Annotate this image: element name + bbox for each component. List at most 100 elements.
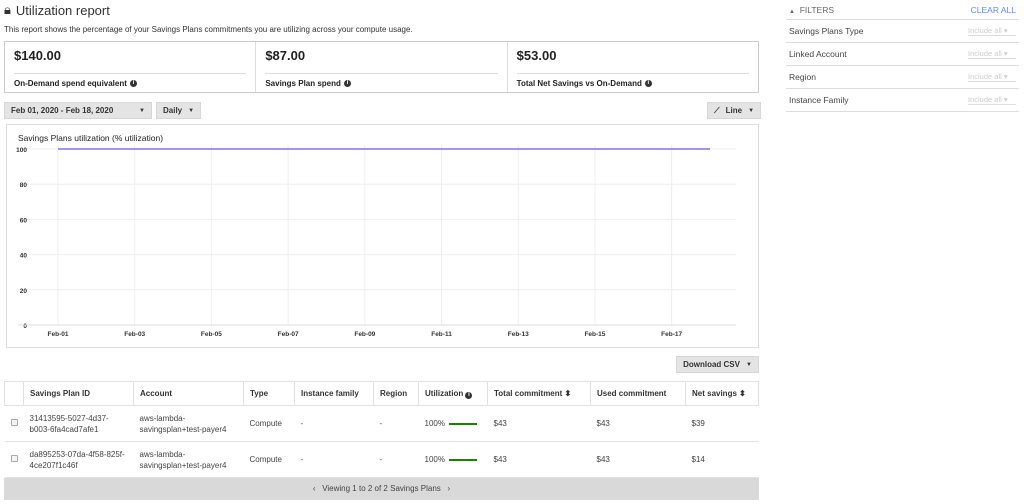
lock-icon: 🔒︎ — [4, 2, 11, 17]
info-icon[interactable]: i — [644, 80, 652, 87]
card-label: On-Demand spend equivalent — [14, 79, 127, 88]
filter-linked-account: Linked Account Include all ▾ — [786, 43, 1019, 66]
card-label: Savings Plan spend — [265, 79, 341, 88]
utilization-bar — [448, 422, 477, 425]
cell-utilization: 100% — [418, 405, 488, 442]
filter-region: Region Include all ▾ — [786, 66, 1019, 89]
x-tick-label: Feb-07 — [278, 331, 299, 338]
caret-up-icon: ▲ — [789, 8, 795, 15]
page-title: 🔒︎ Utilization report — [4, 2, 110, 18]
cell-used-commitment: $43 — [590, 405, 686, 442]
filter-value: Include all — [968, 49, 1002, 58]
cell-used-commitment: $43 — [590, 441, 686, 478]
chart-container: Savings Plans utilization (% utilization… — [6, 124, 759, 348]
col-used-commitment[interactable]: Used commitment — [590, 381, 686, 406]
y-tick-label: 20 — [20, 288, 28, 295]
clear-all-link[interactable]: CLEAR ALL — [971, 5, 1016, 15]
col-label: Net savings — [692, 389, 737, 398]
row-checkbox-cell — [4, 441, 24, 478]
card-value: $140.00 — [14, 48, 247, 74]
y-tick-label: 100 — [16, 147, 27, 154]
col-utilization[interactable]: Utilization i — [418, 381, 488, 406]
cell-type: Compute — [243, 441, 295, 478]
filter-value: Include all — [968, 72, 1002, 81]
col-account[interactable]: Account — [133, 381, 244, 406]
x-tick-label: Feb-09 — [354, 331, 375, 338]
info-icon[interactable]: i — [129, 80, 137, 87]
card-value: $53.00 — [516, 48, 749, 74]
y-tick-label: 0 — [23, 323, 27, 330]
x-tick-label: Feb-17 — [661, 331, 682, 338]
prev-page-icon[interactable]: ‹ — [313, 484, 316, 493]
filter-instance-family: Instance Family Include all ▾ — [786, 89, 1019, 112]
utilization-bar — [448, 458, 477, 461]
filter-label: Instance Family — [789, 95, 849, 105]
cell-total-commitment: $43 — [487, 441, 591, 478]
cell-plan-id: 31413595-5027-4d37-b003-6fa4cad7afe1 — [23, 405, 134, 442]
info-icon[interactable]: i — [343, 80, 351, 87]
col-label: Utilization — [425, 388, 464, 398]
caret-down-icon: ▼ — [188, 107, 195, 114]
cell-total-commitment: $43 — [487, 405, 591, 442]
filter-dropdown[interactable]: Include all ▾ — [968, 72, 1016, 82]
chart-title: Savings Plans utilization (% utilization… — [18, 133, 163, 143]
download-text: Download CSV — [683, 360, 740, 369]
pagination-text: Viewing 1 to 2 of 2 Savings Plans — [322, 484, 441, 493]
cell-instance-family: - — [294, 405, 374, 442]
filters-toggle[interactable]: ▲ FILTERS — [789, 5, 834, 15]
col-label: Total commitment — [494, 389, 563, 398]
x-tick-label: Feb-05 — [201, 331, 222, 338]
caret-down-icon: ▼ — [745, 361, 752, 368]
sort-icon[interactable]: ⬍ — [565, 389, 572, 398]
card-label: Total Net Savings vs On-Demand — [516, 79, 642, 88]
card-value: $87.00 — [265, 48, 498, 74]
sort-icon[interactable]: ⬍ — [739, 389, 746, 398]
next-page-icon[interactable]: › — [447, 484, 450, 493]
date-range-picker[interactable]: Feb 01, 2020 - Feb 18, 2020 ▼ — [4, 102, 152, 119]
filter-dropdown[interactable]: Include all ▾ — [968, 95, 1016, 105]
granularity-dropdown[interactable]: Daily ▼ — [156, 102, 202, 119]
row-checkbox-cell — [4, 405, 24, 442]
cell-instance-family: - — [294, 441, 374, 478]
utilization-value: 100% — [424, 455, 445, 464]
filter-dropdown[interactable]: Include all ▾ — [968, 49, 1016, 59]
y-tick-label: 40 — [20, 253, 28, 260]
row-checkbox[interactable] — [10, 419, 18, 426]
filters-panel: ▲ FILTERS CLEAR ALL Savings Plans Type Inc… — [786, 0, 1019, 112]
cell-plan-id: da895253-07da-4f58-825f-4ce207f1c46f — [23, 441, 134, 478]
col-region[interactable]: Region — [373, 381, 419, 406]
pagination: ‹ Viewing 1 to 2 of 2 Savings Plans › — [4, 478, 759, 500]
filters-title: FILTERS — [799, 4, 835, 15]
cell-type: Compute — [243, 405, 295, 442]
chart-type-dropdown[interactable]: ⟋ Line ▼ — [707, 102, 762, 119]
col-type[interactable]: Type — [243, 381, 295, 406]
x-tick-label: Feb-03 — [124, 331, 145, 338]
select-col — [4, 381, 24, 406]
cell-account: aws-lambda-savingsplan+test-payer4 — [133, 405, 244, 442]
caret-down-icon: ▼ — [748, 107, 755, 114]
filter-value: Include all — [968, 26, 1002, 35]
download-csv-button[interactable]: Download CSV ▼ — [676, 356, 759, 373]
filter-label: Linked Account — [789, 49, 847, 59]
col-total-commitment[interactable]: Total commitment ⬍ — [487, 381, 591, 406]
col-instance-family[interactable]: Instance family — [294, 381, 374, 406]
row-checkbox[interactable] — [10, 455, 18, 462]
x-tick-label: Feb-15 — [584, 331, 605, 338]
filter-label: Savings Plans Type — [789, 26, 864, 36]
table-row: 31413595-5027-4d37-b003-6fa4cad7afe1 aws-… — [4, 405, 759, 442]
title-text: Utilization report — [15, 2, 110, 18]
filter-dropdown[interactable]: Include all ▾ — [968, 26, 1016, 36]
utilization-chart: Savings Plans utilization (% utilization… — [16, 133, 736, 338]
info-icon[interactable]: i — [465, 391, 473, 399]
filter-value: Include all — [968, 95, 1002, 104]
page-description: This report shows the percentage of your… — [4, 25, 413, 34]
col-id[interactable]: Savings Plan ID — [23, 381, 134, 406]
col-net-savings[interactable]: Net savings ⬍ — [685, 381, 759, 406]
utilization-value: 100% — [424, 419, 445, 428]
table-header: Savings Plan ID Account Type Instance fa… — [4, 381, 759, 406]
x-tick-label: Feb-01 — [48, 331, 69, 338]
filter-savings-plans-type: Savings Plans Type Include all ▾ — [786, 20, 1019, 43]
y-tick-label: 60 — [20, 217, 28, 224]
granularity-text: Daily — [163, 106, 183, 115]
cell-account: aws-lambda-savingsplan+test-payer4 — [133, 441, 244, 478]
